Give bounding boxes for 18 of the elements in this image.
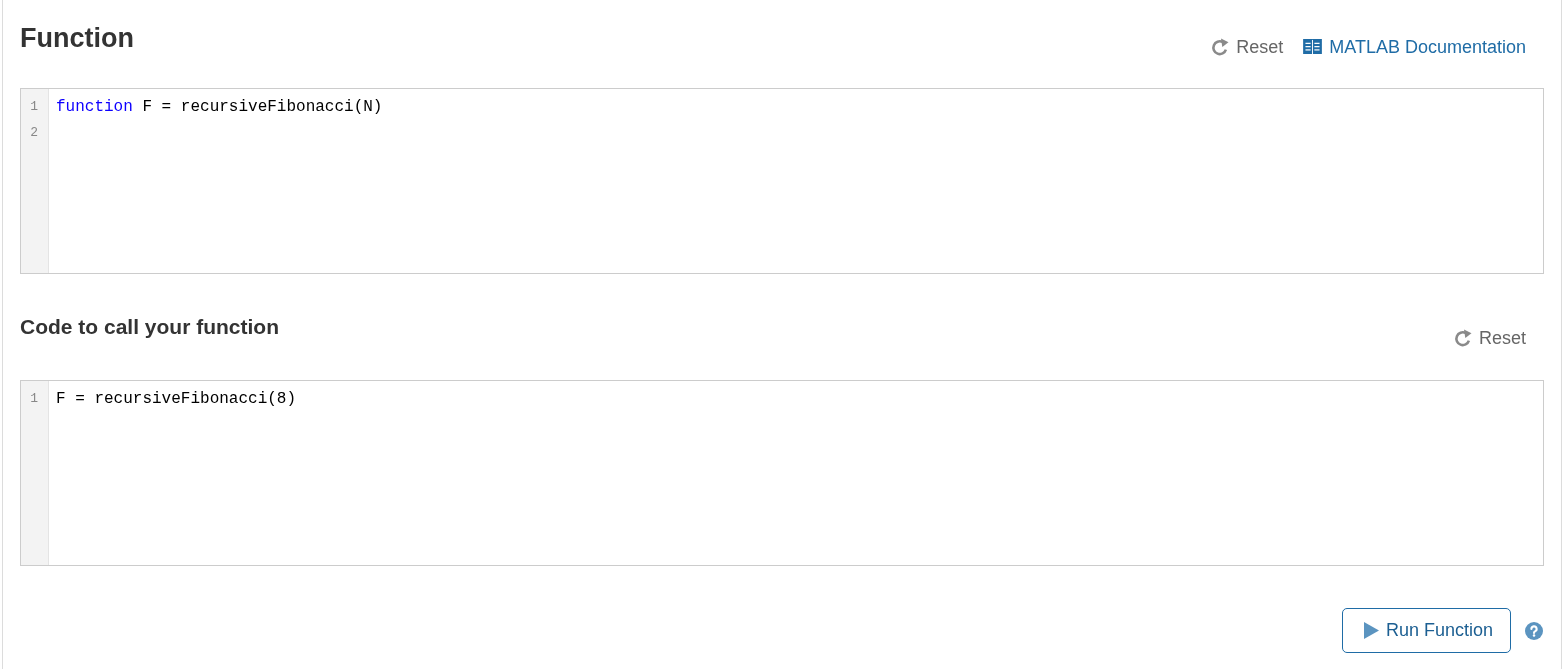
book-icon bbox=[1303, 38, 1323, 54]
section-heading: Function bbox=[20, 22, 134, 55]
code-line: F = recursiveFibonacci(8) bbox=[56, 390, 297, 408]
code-line: function F = recursiveFibonacci(N) bbox=[56, 98, 383, 116]
run-button[interactable]: Run Function bbox=[1341, 608, 1511, 653]
section-heading: Code to call your function bbox=[20, 314, 279, 340]
reset-icon bbox=[1210, 37, 1230, 57]
reset-icon bbox=[1452, 328, 1472, 348]
reset-button[interactable]: Reset bbox=[1452, 327, 1526, 349]
line-number: 2 bbox=[29, 124, 39, 142]
reset-button[interactable]: Reset bbox=[1210, 36, 1284, 58]
line-number: 1 bbox=[29, 98, 39, 116]
play-icon bbox=[1363, 622, 1379, 639]
documentation-link[interactable]: MATLAB Documentation bbox=[1303, 36, 1526, 58]
code-editor[interactable]: 1 2 function F = recursiveFibonacci(N) bbox=[20, 88, 1544, 274]
help-icon[interactable] bbox=[1525, 621, 1543, 640]
code-editor[interactable]: 1 F = recursiveFibonacci(8) bbox=[20, 380, 1544, 566]
line-number: 1 bbox=[29, 390, 39, 408]
